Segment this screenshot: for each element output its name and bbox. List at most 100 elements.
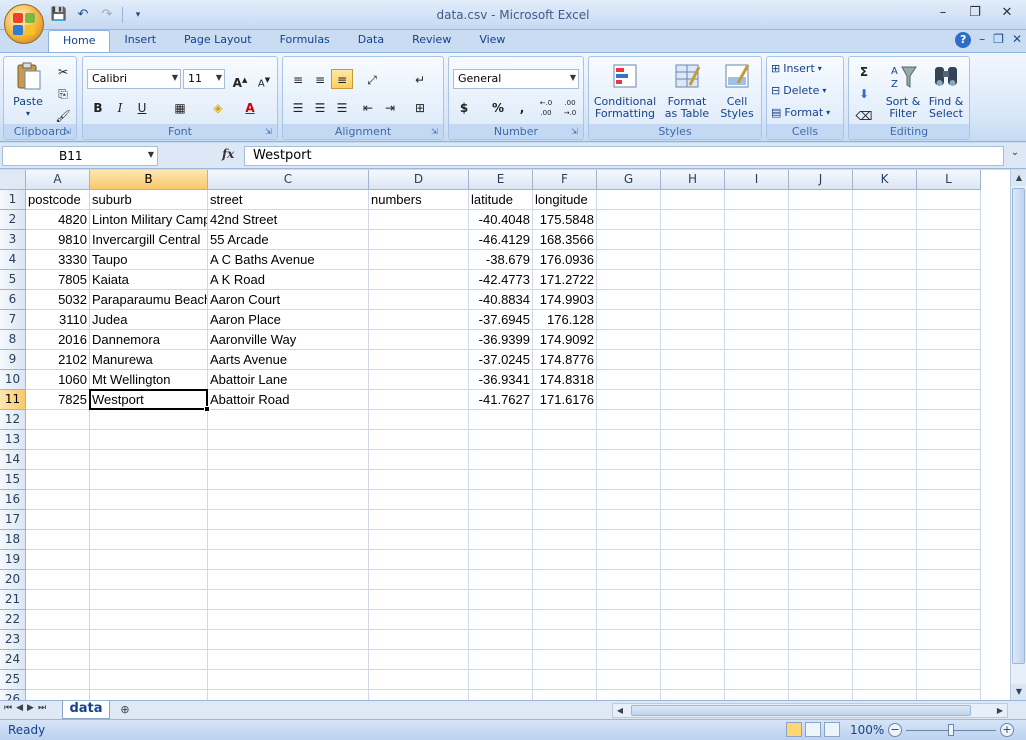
cell-k2[interactable] <box>853 210 917 230</box>
cell-j3[interactable] <box>789 230 853 250</box>
cell-b3[interactable]: Invercargill Central <box>90 230 208 250</box>
cell-d11[interactable] <box>369 390 469 410</box>
column-header-k[interactable]: K <box>853 170 917 190</box>
cell-f23[interactable] <box>533 630 597 650</box>
scroll-up-icon[interactable]: ▲ <box>1011 170 1026 186</box>
bold-button[interactable]: B <box>87 97 109 117</box>
cell-k24[interactable] <box>853 650 917 670</box>
copy-icon[interactable]: ⎘ <box>52 83 74 103</box>
cell-b22[interactable] <box>90 610 208 630</box>
restore-button[interactable]: ❐ <box>960 4 990 22</box>
cell-l22[interactable] <box>917 610 981 630</box>
fill-icon[interactable]: ⬇ <box>853 83 875 103</box>
clear-icon[interactable]: ⌫ <box>853 105 875 125</box>
decrease-decimal-button[interactable]: .00 →.0 <box>559 97 581 117</box>
cell-a13[interactable] <box>26 430 90 450</box>
fill-color-icon[interactable]: ◈ <box>207 97 229 117</box>
cell-j20[interactable] <box>789 570 853 590</box>
number-launcher-icon[interactable]: ⇲ <box>571 127 581 137</box>
cell-i20[interactable] <box>725 570 789 590</box>
cell-c15[interactable] <box>208 470 369 490</box>
cell-d20[interactable] <box>369 570 469 590</box>
cell-g20[interactable] <box>597 570 661 590</box>
cell-a9[interactable]: 2102 <box>26 350 90 370</box>
cell-d22[interactable] <box>369 610 469 630</box>
cell-d19[interactable] <box>369 550 469 570</box>
cell-i15[interactable] <box>725 470 789 490</box>
cell-c3[interactable]: 55 Arcade <box>208 230 369 250</box>
underline-button[interactable]: U <box>131 97 153 117</box>
cell-g17[interactable] <box>597 510 661 530</box>
cell-d12[interactable] <box>369 410 469 430</box>
cell-k18[interactable] <box>853 530 917 550</box>
cell-e1[interactable]: latitude <box>469 190 533 210</box>
cell-j6[interactable] <box>789 290 853 310</box>
cell-e18[interactable] <box>469 530 533 550</box>
cell-d5[interactable] <box>369 270 469 290</box>
close-button[interactable]: ✕ <box>992 4 1022 22</box>
cell-h10[interactable] <box>661 370 725 390</box>
cell-h4[interactable] <box>661 250 725 270</box>
font-color-icon[interactable]: A <box>239 97 261 117</box>
cell-c1[interactable]: street <box>208 190 369 210</box>
cell-h16[interactable] <box>661 490 725 510</box>
cell-g2[interactable] <box>597 210 661 230</box>
cell-b17[interactable] <box>90 510 208 530</box>
cell-d21[interactable] <box>369 590 469 610</box>
cell-g21[interactable] <box>597 590 661 610</box>
cell-b8[interactable]: Dannemora <box>90 330 208 350</box>
cell-j19[interactable] <box>789 550 853 570</box>
autosum-button[interactable]: Σ <box>853 61 875 81</box>
cell-h26[interactable] <box>661 690 725 700</box>
cell-f8[interactable]: 174.9092 <box>533 330 597 350</box>
cell-l1[interactable] <box>917 190 981 210</box>
cell-c2[interactable]: 42nd Street <box>208 210 369 230</box>
row-header-2[interactable]: 2 <box>0 210 26 230</box>
cell-b18[interactable] <box>90 530 208 550</box>
normal-view-icon[interactable] <box>786 722 802 737</box>
insert-sheet-icon[interactable]: ⊕ <box>114 703 136 717</box>
row-header-9[interactable]: 9 <box>0 350 26 370</box>
cell-j7[interactable] <box>789 310 853 330</box>
cell-b6[interactable]: Paraparaumu Beach <box>90 290 208 310</box>
last-sheet-icon[interactable]: ⏭ <box>38 703 46 713</box>
cell-c22[interactable] <box>208 610 369 630</box>
cell-i25[interactable] <box>725 670 789 690</box>
cell-d16[interactable] <box>369 490 469 510</box>
cell-i21[interactable] <box>725 590 789 610</box>
cell-h13[interactable] <box>661 430 725 450</box>
cell-e3[interactable]: -46.4129 <box>469 230 533 250</box>
worksheet-grid[interactable]: A B C D E F G H I J K L 1 postcode suburb street numbers… <box>0 170 1010 700</box>
cell-j26[interactable] <box>789 690 853 700</box>
cell-d23[interactable] <box>369 630 469 650</box>
column-header-c[interactable]: C <box>208 170 369 190</box>
column-header-d[interactable]: D <box>369 170 469 190</box>
tab-home[interactable]: Home <box>48 30 111 52</box>
row-header-23[interactable]: 23 <box>0 630 26 650</box>
cell-k9[interactable] <box>853 350 917 370</box>
cell-k17[interactable] <box>853 510 917 530</box>
prev-sheet-icon[interactable]: ◀ <box>16 703 23 713</box>
cell-e17[interactable] <box>469 510 533 530</box>
row-header-14[interactable]: 14 <box>0 450 26 470</box>
cell-e13[interactable] <box>469 430 533 450</box>
column-header-e[interactable]: E <box>469 170 533 190</box>
cell-l24[interactable] <box>917 650 981 670</box>
cell-k23[interactable] <box>853 630 917 650</box>
clipboard-launcher-icon[interactable]: ⇲ <box>64 127 74 137</box>
cell-k20[interactable] <box>853 570 917 590</box>
cell-i22[interactable] <box>725 610 789 630</box>
row-header-20[interactable]: 20 <box>0 570 26 590</box>
cell-d3[interactable] <box>369 230 469 250</box>
paste-dropdown-icon[interactable]: ▾ <box>10 108 46 120</box>
cell-a18[interactable] <box>26 530 90 550</box>
page-break-view-icon[interactable] <box>824 722 840 737</box>
cell-i23[interactable] <box>725 630 789 650</box>
cell-g8[interactable] <box>597 330 661 350</box>
cell-c25[interactable] <box>208 670 369 690</box>
cell-a19[interactable] <box>26 550 90 570</box>
cell-c18[interactable] <box>208 530 369 550</box>
zoom-level[interactable]: 100% <box>850 723 884 737</box>
cell-b26[interactable] <box>90 690 208 700</box>
tab-insert[interactable]: Insert <box>110 30 170 52</box>
